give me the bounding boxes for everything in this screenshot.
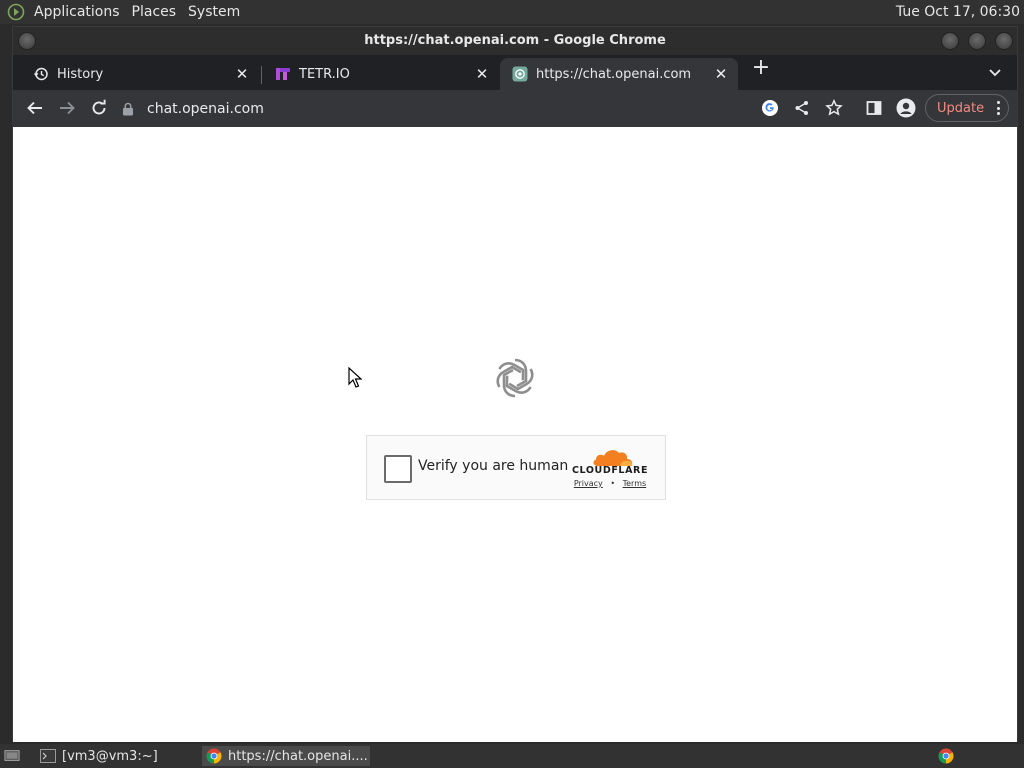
- clock[interactable]: Tue Oct 17, 06:30: [896, 0, 1020, 24]
- tetrio-icon: [275, 66, 291, 82]
- bookmark-star-icon[interactable]: [824, 98, 844, 118]
- show-desktop-button[interactable]: [0, 746, 30, 766]
- tab-label: https://chat.openai.com: [536, 66, 692, 82]
- address-bar[interactable]: chat.openai.com: [121, 94, 791, 123]
- tab-tetrio[interactable]: TETR.IO ✕: [263, 58, 499, 90]
- taskbar-item-chrome[interactable]: https://chat.openai....: [202, 746, 370, 766]
- privacy-link[interactable]: Privacy: [574, 479, 603, 488]
- cloudflare-branding: CLOUDFLARE Privacy • Terms: [570, 447, 650, 495]
- maximize-button[interactable]: [968, 32, 986, 50]
- openai-icon: [512, 66, 528, 82]
- close-icon[interactable]: ✕: [712, 65, 730, 83]
- close-icon[interactable]: ✕: [233, 65, 251, 83]
- taskbar-label: https://chat.openai....: [228, 748, 368, 764]
- cloudflare-captcha-widget: Verify you are human CLOUDFLARE Privacy …: [366, 435, 666, 500]
- tab-label: History: [57, 66, 104, 82]
- mouse-cursor-icon: [348, 366, 363, 389]
- show-desktop-icon: [4, 748, 20, 764]
- cloudflare-cloud-icon: [593, 450, 633, 466]
- forward-arrow-icon[interactable]: [57, 98, 77, 118]
- reload-icon[interactable]: [89, 98, 109, 118]
- more-menu-icon[interactable]: [996, 101, 1000, 115]
- side-panel-icon[interactable]: [864, 98, 884, 118]
- chrome-icon: [938, 748, 954, 764]
- terminal-icon: [40, 748, 56, 764]
- distro-logo-icon[interactable]: [4, 0, 28, 24]
- page-content: Verify you are human CLOUDFLARE Privacy …: [13, 127, 1017, 742]
- openai-logo-icon: [491, 354, 539, 402]
- google-lens-icon[interactable]: [760, 98, 780, 118]
- lock-icon[interactable]: [121, 101, 135, 117]
- close-icon[interactable]: ✕: [473, 65, 491, 83]
- top-panel: Applications Places System Tue Oct 17, 0…: [0, 0, 1024, 24]
- window-menu-button[interactable]: [18, 32, 36, 50]
- window-titlebar[interactable]: https://chat.openai.com - Google Chrome: [13, 27, 1017, 55]
- chrome-icon: [206, 748, 222, 764]
- verify-checkbox[interactable]: [384, 455, 412, 483]
- update-button[interactable]: Update: [925, 94, 1009, 122]
- update-label: Update: [937, 100, 985, 116]
- new-tab-button[interactable]: +: [751, 57, 771, 79]
- system-menu[interactable]: System: [182, 0, 246, 24]
- places-menu[interactable]: Places: [126, 0, 183, 24]
- verify-label[interactable]: Verify you are human: [418, 458, 568, 474]
- taskbar-item-terminal[interactable]: [vm3@vm3:~]: [36, 746, 200, 766]
- bottom-taskbar: [vm3@vm3:~] https://chat.openai....: [0, 744, 1024, 768]
- link-separator: •: [610, 479, 616, 488]
- tab-history[interactable]: History ✕: [21, 58, 259, 90]
- cloudflare-links: Privacy • Terms: [570, 479, 650, 488]
- toolbar: chat.openai.com Update: [13, 90, 1017, 127]
- url-text: chat.openai.com: [147, 100, 264, 117]
- tab-separator: [261, 66, 262, 84]
- profile-avatar-icon[interactable]: [896, 98, 916, 118]
- applications-menu[interactable]: Applications: [28, 0, 126, 24]
- terms-link[interactable]: Terms: [623, 479, 647, 488]
- history-icon: [33, 66, 49, 82]
- close-window-button[interactable]: [995, 32, 1013, 50]
- browser-window: https://chat.openai.com - Google Chrome …: [12, 26, 1018, 742]
- tab-search-chevron-icon[interactable]: [987, 64, 1003, 80]
- tab-chat-openai[interactable]: https://chat.openai.com ✕: [500, 58, 738, 90]
- tab-label: TETR.IO: [299, 66, 350, 82]
- taskbar-label: [vm3@vm3:~]: [62, 748, 158, 764]
- minimize-button[interactable]: [941, 32, 959, 50]
- tray-chrome-button[interactable]: [936, 746, 958, 766]
- share-icon[interactable]: [792, 98, 812, 118]
- cloudflare-wordmark: CLOUDFLARE: [571, 465, 649, 476]
- window-title: https://chat.openai.com - Google Chrome: [364, 33, 666, 48]
- tab-strip: History ✕ TETR.IO ✕ https://chat.openai.…: [13, 55, 1017, 90]
- back-arrow-icon[interactable]: [25, 98, 45, 118]
